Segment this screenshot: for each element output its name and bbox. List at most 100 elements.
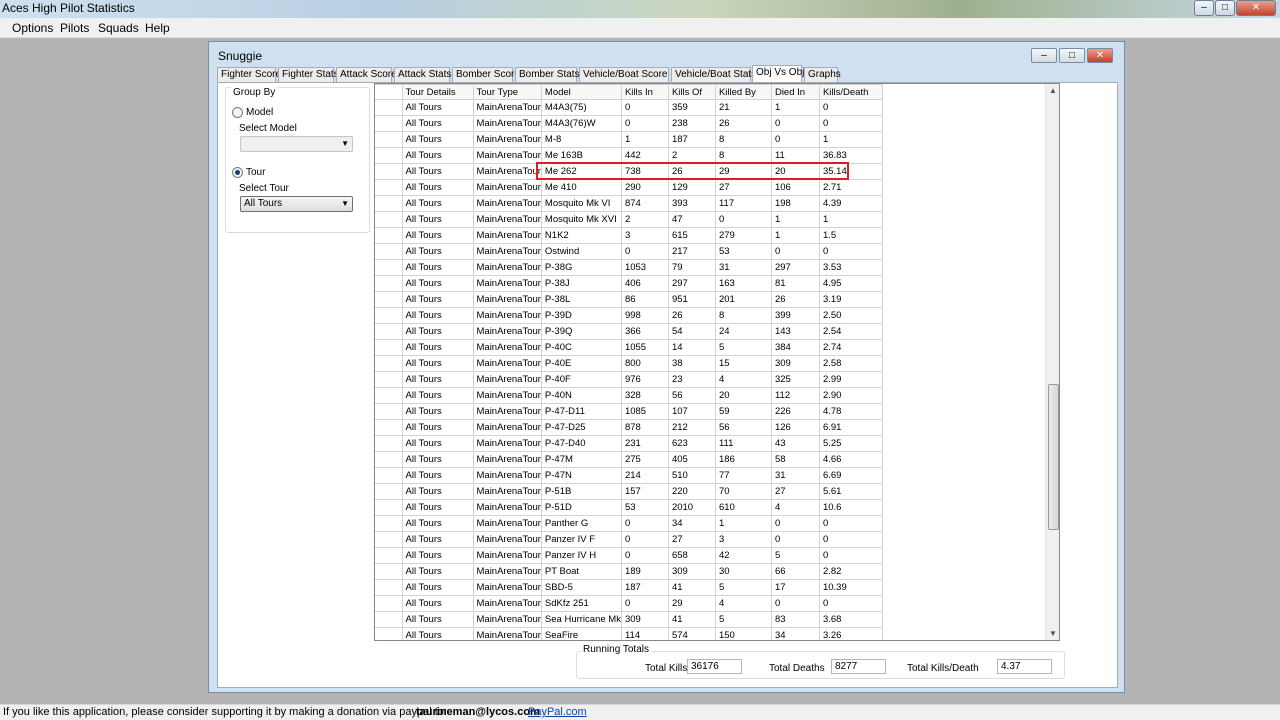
table-cell[interactable]: 510: [667, 467, 716, 484]
table-cell[interactable]: 5: [714, 611, 772, 628]
table-cell[interactable]: 5: [714, 339, 772, 356]
table-cell[interactable]: 574: [667, 627, 716, 640]
row-header[interactable]: [375, 323, 403, 340]
table-cell[interactable]: 10.6: [818, 499, 883, 516]
table-cell[interactable]: 31: [770, 467, 820, 484]
row-header[interactable]: [375, 627, 403, 640]
table-cell[interactable]: All Tours: [401, 339, 474, 356]
tab-bomber-score[interactable]: Bomber Score: [452, 67, 520, 82]
row-header[interactable]: [375, 387, 403, 404]
table-cell[interactable]: 220: [667, 483, 716, 500]
table-cell[interactable]: 26: [667, 307, 716, 324]
table-cell[interactable]: MainArenaTour: [472, 195, 542, 212]
table-cell[interactable]: 1: [714, 515, 772, 532]
table-cell[interactable]: All Tours: [401, 451, 474, 468]
table-cell[interactable]: 163: [714, 275, 772, 292]
row-header[interactable]: [375, 99, 403, 116]
row-header[interactable]: [375, 259, 403, 276]
table-cell[interactable]: 976: [620, 371, 669, 388]
table-cell[interactable]: P-40F: [540, 371, 622, 388]
table-cell[interactable]: 1: [818, 211, 883, 228]
table-cell[interactable]: MainArenaTour: [472, 435, 542, 452]
table-cell[interactable]: 198: [770, 195, 820, 212]
table-cell[interactable]: 8: [714, 307, 772, 324]
table-cell[interactable]: 1053: [620, 259, 669, 276]
table-cell[interactable]: 26: [714, 115, 772, 132]
table-cell[interactable]: 212: [667, 419, 716, 436]
table-cell[interactable]: 129: [667, 179, 716, 196]
scroll-down-icon[interactable]: ▼: [1049, 629, 1057, 638]
table-cell[interactable]: 77: [714, 467, 772, 484]
menu-pilots[interactable]: Pilots: [60, 21, 89, 35]
table-cell[interactable]: 238: [667, 115, 716, 132]
select-model-dropdown[interactable]: ▼: [240, 136, 353, 152]
table-cell[interactable]: 3.19: [818, 291, 883, 308]
table-cell[interactable]: 0: [770, 595, 820, 612]
table-cell[interactable]: 405: [667, 451, 716, 468]
table-cell[interactable]: MainArenaTour: [472, 451, 542, 468]
table-cell[interactable]: MainArenaTour: [472, 259, 542, 276]
table-cell[interactable]: All Tours: [401, 387, 474, 404]
table-cell[interactable]: 290: [620, 179, 669, 196]
table-cell[interactable]: 201: [714, 291, 772, 308]
row-header[interactable]: [375, 451, 403, 468]
table-cell[interactable]: 951: [667, 291, 716, 308]
row-header[interactable]: [375, 307, 403, 324]
table-row[interactable]: All Tours MainArenaTour Mosquito Mk VI 874 3…: [375, 195, 883, 212]
table-cell[interactable]: 26: [667, 163, 716, 180]
table-cell[interactable]: All Tours: [401, 435, 474, 452]
table-cell[interactable]: P-38G: [540, 259, 622, 276]
table-cell[interactable]: 106: [770, 179, 820, 196]
scroll-up-icon[interactable]: ▲: [1049, 86, 1057, 95]
row-header[interactable]: [375, 595, 403, 612]
menu-squads[interactable]: Squads: [98, 21, 139, 35]
table-cell[interactable]: P-47-D11: [540, 403, 622, 420]
table-cell[interactable]: 0: [770, 131, 820, 148]
vertical-scrollbar[interactable]: ▲ ▼: [1045, 84, 1059, 640]
table-cell[interactable]: All Tours: [401, 195, 474, 212]
table-cell[interactable]: MainArenaTour: [472, 563, 542, 580]
table-cell[interactable]: MainArenaTour: [472, 355, 542, 372]
table-cell[interactable]: 5.61: [818, 483, 883, 500]
row-header[interactable]: [375, 179, 403, 196]
table-cell[interactable]: 20: [770, 163, 820, 180]
menu-help[interactable]: Help: [145, 21, 170, 35]
table-cell[interactable]: 2: [667, 147, 716, 164]
table-cell[interactable]: 615: [667, 227, 716, 244]
table-row[interactable]: All Tours MainArenaTour M4A3(75) 0 359 21 1 0: [375, 99, 883, 116]
table-cell[interactable]: 1: [770, 211, 820, 228]
close-icon[interactable]: ✕: [1236, 0, 1276, 16]
table-cell[interactable]: P-47-D25: [540, 419, 622, 436]
table-cell[interactable]: MainArenaTour: [472, 243, 542, 260]
table-cell[interactable]: All Tours: [401, 275, 474, 292]
table-cell[interactable]: 3.68: [818, 611, 883, 628]
row-header[interactable]: [375, 115, 403, 132]
table-cell[interactable]: MainArenaTour: [472, 163, 542, 180]
table-cell[interactable]: 0: [770, 243, 820, 260]
table-cell[interactable]: MainArenaTour: [472, 611, 542, 628]
table-cell[interactable]: 998: [620, 307, 669, 324]
table-cell[interactable]: 1.5: [818, 227, 883, 244]
column-header[interactable]: Tour Type: [472, 84, 542, 100]
table-cell[interactable]: All Tours: [401, 211, 474, 228]
table-cell[interactable]: 297: [770, 259, 820, 276]
table-cell[interactable]: 126: [770, 419, 820, 436]
row-header[interactable]: [375, 515, 403, 532]
table-row[interactable]: All Tours MainArenaTour Me 410 290 129 27 106 2…: [375, 179, 883, 196]
table-cell[interactable]: 0: [818, 595, 883, 612]
table-cell[interactable]: N1K2: [540, 227, 622, 244]
maximize-icon[interactable]: □: [1215, 0, 1235, 16]
table-row[interactable]: All Tours MainArenaTour P-38L 86 951 201 26 3.1…: [375, 291, 883, 308]
table-cell[interactable]: 0: [770, 531, 820, 548]
table-row[interactable]: All Tours MainArenaTour P-40C 1055 14 5 384 2.7…: [375, 339, 883, 356]
table-cell[interactable]: All Tours: [401, 323, 474, 340]
table-cell[interactable]: P-38J: [540, 275, 622, 292]
table-row[interactable]: All Tours MainArenaTour P-51B 157 220 70 27 5.6…: [375, 483, 883, 500]
table-cell[interactable]: 2.74: [818, 339, 883, 356]
table-row[interactable]: All Tours MainArenaTour P-47-D40 231 623 111 4…: [375, 435, 883, 452]
table-cell[interactable]: 0: [818, 515, 883, 532]
table-cell[interactable]: 393: [667, 195, 716, 212]
table-row[interactable]: All Tours MainArenaTour SdKfz 251 0 29 4 0 0: [375, 595, 883, 612]
table-cell[interactable]: 5.25: [818, 435, 883, 452]
table-cell[interactable]: 2: [620, 211, 669, 228]
